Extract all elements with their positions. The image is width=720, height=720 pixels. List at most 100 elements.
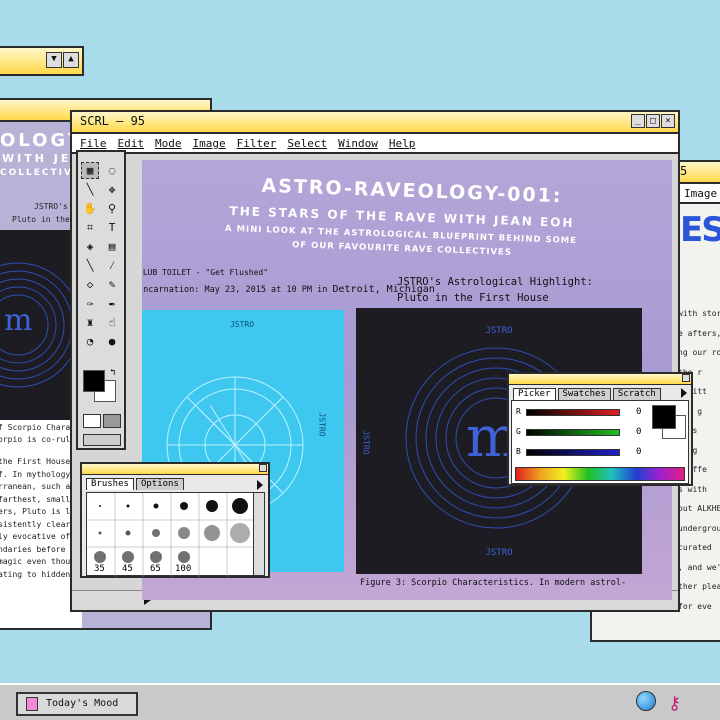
hand-tool-icon[interactable]: ✋ — [81, 200, 99, 217]
picker-body: R 0 G 0 B 0 — [511, 400, 689, 484]
channel-slider-b[interactable] — [526, 449, 620, 456]
body-text-line: the First House ( — [0, 457, 80, 466]
poster-event-line: CLUB TOILET - "Get Flushed" — [142, 268, 269, 277]
channel-row-g: G 0 — [516, 427, 646, 441]
task-button-label: Today's Mood — [46, 698, 119, 709]
body-text-line: out ALKHE — [678, 504, 720, 513]
crop-tool-icon[interactable]: ⌗ — [81, 219, 99, 236]
channel-slider-r[interactable] — [526, 409, 620, 416]
brush-size-100[interactable]: 100 — [175, 564, 191, 574]
taskbar: Today's Mood ⚷ — [0, 683, 720, 720]
picker-close-icon[interactable] — [682, 374, 690, 382]
channel-value-g: 0 — [636, 427, 642, 437]
line-tool-icon[interactable]: ╲ — [81, 257, 99, 274]
channel-label-g: G — [516, 427, 521, 436]
brush-size-65[interactable]: 65 — [150, 564, 161, 574]
poster-incarnation-line: Incarnation: May 23, 2015 at 10 PM in De… — [142, 284, 435, 295]
tab-brushes[interactable]: Brushes — [86, 478, 134, 490]
brush-tool-icon[interactable]: ✒ — [103, 295, 121, 312]
color-spectrum-bar[interactable] — [515, 467, 685, 481]
pencil-tool-icon[interactable]: ✎ — [103, 276, 121, 293]
standard-mode-icon[interactable] — [83, 414, 101, 428]
text-tool-icon[interactable]: T — [103, 219, 121, 236]
channel-label-r: R — [516, 407, 521, 416]
poster-highlight-2: Pluto in the First House — [397, 292, 549, 304]
brushes-scrollbar[interactable] — [253, 492, 265, 576]
body-text-line: with stor — [678, 309, 720, 318]
eraser-tool-icon[interactable]: ◇ — [81, 276, 99, 293]
foreground-color-swatch[interactable] — [83, 370, 105, 392]
color-picker-palette[interactable]: Picker Swatches Scratch R 0 G 0 B 0 — [507, 372, 693, 486]
body-text-line: ly evocative of — [0, 532, 76, 541]
menu-image[interactable]: Image — [193, 134, 226, 152]
body-text-line: sistently clearin — [0, 519, 80, 529]
picker-menu-arrow-icon[interactable] — [681, 388, 687, 398]
body-text-line: ng our roc — [678, 348, 720, 357]
task-button-todays-mood[interactable]: Today's Mood — [16, 692, 138, 716]
screen-mode-icon[interactable] — [83, 434, 121, 446]
minimize-icon[interactable]: _ — [631, 114, 645, 128]
airbrush-tool-icon[interactable]: ✑ — [81, 295, 99, 312]
brushes-palette[interactable]: Brushes Options 35 45 65 100 — [80, 462, 270, 578]
scorpio-card-brand-bottom: JSTRO — [485, 548, 513, 558]
brushes-menu-arrow-icon[interactable] — [257, 480, 263, 490]
scroll-up-icon[interactable]: ▲ — [63, 52, 79, 68]
swap-colors-icon[interactable]: ↰ — [110, 368, 115, 378]
quick-mask-icon[interactable] — [103, 414, 121, 428]
main-window-title: SCRL — 95 — [80, 114, 146, 128]
poster-highlight-1: JSTRO's Astrological Highlight: — [397, 276, 593, 288]
menu-select[interactable]: Select — [287, 134, 327, 152]
tools-palette[interactable]: ▦ ◌ ╲ ✥ ✋ ⚲ ⌗ T ◈ ▤ ╲ ⁄ ◇ ✎ ✑ ✒ ♜ ☝ ◔ ● … — [76, 150, 126, 450]
menu-mode[interactable]: Mode — [155, 134, 182, 152]
body-text-line: magic even thoug — [0, 557, 76, 566]
body-text-line: for eve — [678, 601, 712, 611]
channel-value-b: 0 — [636, 447, 642, 457]
body-text-line: farthest, smalles — [0, 494, 80, 504]
brushes-palette-titlebar[interactable] — [82, 464, 268, 475]
blur-tool-icon[interactable]: ◔ — [81, 333, 99, 350]
close-icon[interactable]: × — [661, 114, 675, 128]
channel-label-b: B — [516, 447, 521, 456]
scroll-down-icon[interactable]: ▼ — [46, 52, 62, 68]
body-text-line: ndaries before "t — [0, 544, 80, 554]
move-tool-icon[interactable]: ✥ — [103, 181, 121, 198]
bucket-tool-icon[interactable]: ◈ — [81, 238, 99, 255]
burn-tool-icon[interactable]: ● — [103, 333, 121, 350]
body-text-line: e afters, — [678, 328, 720, 338]
channel-value-r: 0 — [636, 407, 642, 417]
wand-tool-icon[interactable]: ╲ — [81, 181, 99, 198]
menu-filter[interactable]: Filter — [237, 134, 277, 152]
stamp-tool-icon[interactable]: ♜ — [81, 314, 99, 331]
zoom-tool-icon[interactable]: ⚲ — [103, 200, 121, 217]
key-icon[interactable]: ⚷ — [668, 693, 681, 714]
brushes-close-icon[interactable] — [259, 464, 267, 472]
right-window-menu-image[interactable]: Image — [684, 184, 717, 202]
tab-scratch[interactable]: Scratch — [612, 388, 661, 400]
gradient-tool-icon[interactable]: ▤ — [103, 238, 121, 255]
brush-grid: 35 45 65 100 — [86, 492, 255, 577]
picker-foreground-swatch[interactable] — [652, 405, 676, 429]
globe-icon[interactable] — [636, 691, 656, 711]
lasso-tool-icon[interactable]: ◌ — [103, 162, 121, 179]
eyedropper-tool-icon[interactable]: ⁄ — [103, 257, 121, 274]
body-text-line: undergrou — [678, 523, 720, 533]
brush-size-35[interactable]: 35 — [94, 564, 105, 574]
picker-palette-titlebar[interactable] — [509, 374, 691, 385]
channel-row-b: B 0 — [516, 447, 646, 461]
right-window-heading: ES — [680, 210, 720, 250]
tab-picker[interactable]: Picker — [513, 388, 556, 400]
brush-size-45[interactable]: 45 — [122, 564, 133, 574]
marquee-tool-icon[interactable]: ▦ — [81, 162, 99, 179]
channel-row-r: R 0 — [516, 407, 646, 421]
maximize-icon[interactable]: □ — [646, 114, 660, 128]
tab-swatches[interactable]: Swatches — [557, 388, 611, 400]
menu-window[interactable]: Window — [338, 134, 378, 152]
menu-help[interactable]: Help — [389, 134, 416, 152]
main-window-titlebar[interactable]: SCRL — 95 _ □ × — [72, 112, 678, 134]
figure-caption: Figure 3: Scorpio Characteristics. In mo… — [360, 578, 627, 588]
tab-options[interactable]: Options — [135, 478, 184, 490]
background-window-top: ▼ ▲ — [0, 46, 84, 76]
scorpio-card-side-label: JSTRO — [361, 430, 371, 455]
smudge-tool-icon[interactable]: ☝ — [103, 314, 121, 331]
channel-slider-g[interactable] — [526, 429, 620, 436]
